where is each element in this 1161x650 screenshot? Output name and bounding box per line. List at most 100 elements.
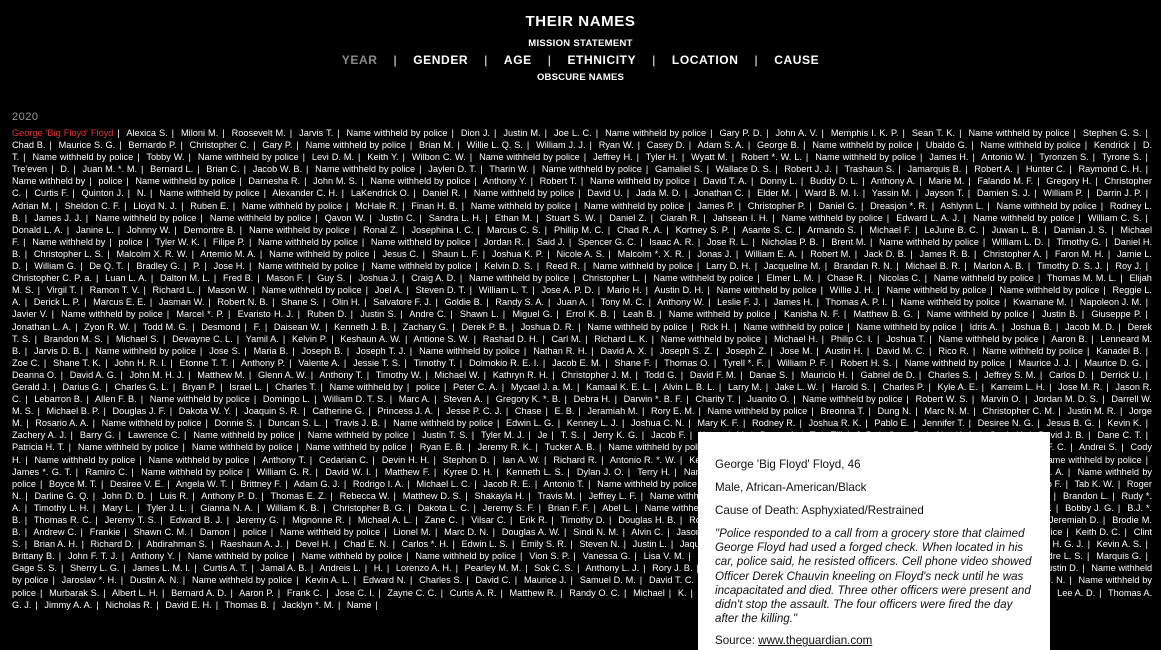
name-link[interactable]: Kathryn R. H. xyxy=(493,370,548,380)
name-link[interactable]: Name withheld by police xyxy=(856,322,956,332)
name-link[interactable]: Lisa V. M. xyxy=(644,551,685,561)
name-link[interactable]: Joshua C. N. xyxy=(631,418,684,428)
name-link[interactable]: Dalton M. L. xyxy=(160,273,210,283)
name-link[interactable]: Kamaal K. E. L. xyxy=(586,382,650,392)
name-link[interactable]: Kenneth L. S. xyxy=(506,467,563,477)
name-link[interactable]: James *. G. T. xyxy=(12,467,72,477)
name-link[interactable]: Daniel R. xyxy=(423,188,461,198)
name-link[interactable]: Name withheld by police xyxy=(280,527,380,537)
name-link[interactable]: Name withheld by police xyxy=(669,309,771,319)
name-link[interactable]: Zane C. xyxy=(425,515,458,525)
name-link[interactable]: Juan A. xyxy=(557,297,588,307)
name-link[interactable]: Peter C. A. xyxy=(453,382,498,392)
name-link[interactable]: Anthony Y. xyxy=(483,176,527,186)
name-link[interactable]: Willie J. H. xyxy=(830,285,874,295)
name-link[interactable]: F. xyxy=(254,322,261,332)
name-link[interactable]: David U. xyxy=(587,188,622,198)
name-link[interactable]: Chad R. A. xyxy=(617,225,662,235)
name-link[interactable]: Faron M. H. xyxy=(1055,249,1104,259)
name-link[interactable]: Name withheld by police xyxy=(474,188,574,198)
name-link[interactable]: Timothy D. S. J. xyxy=(1037,261,1102,271)
name-link[interactable]: Marquis G. xyxy=(1096,551,1141,561)
name-link[interactable]: Jesus C. xyxy=(383,249,419,259)
name-link[interactable]: Name withheld by police xyxy=(302,551,403,561)
name-link[interactable]: Malcolm *. X. R. xyxy=(618,249,685,259)
name-link[interactable]: Jacqueline M. xyxy=(764,261,821,271)
name-link[interactable]: Charles S. xyxy=(928,370,971,380)
name-link[interactable]: Name withheld by police xyxy=(812,140,912,150)
name-link[interactable]: Luan L. A. xyxy=(105,273,147,283)
name-link[interactable]: Zyon R. W. xyxy=(84,322,130,332)
name-link[interactable]: Randy S. A. xyxy=(495,297,544,307)
name-link[interactable]: De Q. T. xyxy=(89,261,123,271)
name-link[interactable]: Maurice J. J. xyxy=(1018,358,1071,368)
name-link[interactable]: Justin M. xyxy=(503,128,540,138)
name-link[interactable]: Goldie B. xyxy=(444,297,482,307)
name-link[interactable]: Edward N. xyxy=(363,575,406,585)
name-link[interactable]: Juanito O. xyxy=(747,394,789,404)
name-link[interactable]: Michael B. R. xyxy=(905,261,960,271)
name-link[interactable]: Jordan R. xyxy=(484,237,524,247)
name-link[interactable]: Gregory H. xyxy=(1046,176,1091,186)
name-link[interactable]: Charles T. xyxy=(275,382,316,392)
name-link[interactable]: Name withheld by police xyxy=(210,213,311,223)
name-link[interactable]: Christopher L. xyxy=(582,273,640,283)
name-link[interactable]: Andrew C. xyxy=(33,527,76,537)
name-link[interactable]: Christopher L. S. xyxy=(34,249,103,259)
name-link[interactable]: Artemio M. A. xyxy=(200,249,256,259)
name-link[interactable]: Jeremy S. F. xyxy=(483,503,535,513)
name-link[interactable]: Miguel G. xyxy=(512,309,552,319)
name-link[interactable]: Name withheld by police xyxy=(78,442,179,452)
name-link[interactable]: David F. M. xyxy=(690,370,736,380)
name-link[interactable]: Cedarian C. xyxy=(319,455,368,465)
name-link[interactable]: Thomas R. C. xyxy=(34,515,91,525)
name-link[interactable]: Carlos D. xyxy=(1049,370,1087,380)
name-link[interactable]: Ward B. M. I. xyxy=(805,188,859,198)
name-link[interactable]: Donny L. xyxy=(760,176,797,186)
name-link[interactable]: Jeffrey H. xyxy=(593,152,633,162)
name-link[interactable]: Lee A. D. xyxy=(1057,588,1095,598)
name-link[interactable]: Thomas O. xyxy=(664,358,710,368)
name-link[interactable]: Jeffrey L. F. xyxy=(589,491,637,501)
name-link[interactable]: Nathan R. H. xyxy=(533,346,587,356)
name-link[interactable]: Jake L. W. xyxy=(775,382,818,392)
name-link[interactable]: Robert J. J. xyxy=(784,164,831,174)
name-link[interactable]: Shane F. xyxy=(614,358,651,368)
name-link[interactable]: Austin H. xyxy=(825,346,863,356)
name-link[interactable]: Johnny W. xyxy=(127,225,170,235)
name-link[interactable]: Juan M. *. M. xyxy=(83,164,138,174)
name-link[interactable]: Name withheld by police xyxy=(815,152,916,162)
name-link[interactable]: Fred B. xyxy=(223,273,253,283)
name-link[interactable]: Kelvin P. xyxy=(292,334,327,344)
name-link[interactable]: Allen F. B. xyxy=(95,394,137,404)
name-link[interactable]: Steven N. xyxy=(579,539,619,549)
name-link[interactable]: Bobby J. G. xyxy=(1065,503,1114,513)
name-link[interactable]: Marie M. xyxy=(928,176,964,186)
name-link[interactable]: Name withheld by police xyxy=(479,152,580,162)
name-link[interactable]: Name withheld by police xyxy=(102,418,202,428)
name-link[interactable]: Name withheld by police xyxy=(886,285,986,295)
nav-ethnicity[interactable]: ETHNICITY xyxy=(551,53,652,67)
name-link[interactable]: Derek P. B. xyxy=(461,322,507,332)
name-link[interactable]: Wilbon C. W. xyxy=(412,152,466,162)
name-link[interactable]: Joseph T. J. xyxy=(356,346,406,356)
name-link[interactable]: Antione S. W. xyxy=(414,334,470,344)
name-link[interactable]: Justin S. xyxy=(360,309,396,319)
name-link[interactable]: Malcolm X. R. W. xyxy=(116,249,187,259)
name-link[interactable]: Jennifer T. xyxy=(922,418,964,428)
name-link[interactable]: Jeremy T. S. xyxy=(105,515,157,525)
name-link[interactable]: Todd M. G. xyxy=(143,322,188,332)
name-link[interactable]: Edwin L. G. xyxy=(506,418,554,428)
name-link[interactable]: Chase R. xyxy=(827,273,865,283)
name-link[interactable]: Anthony Y. xyxy=(131,551,175,561)
name-link[interactable]: Shane S. xyxy=(281,297,319,307)
name-link[interactable]: Stuart S. W. xyxy=(546,213,596,223)
name-link[interactable]: Richard L. xyxy=(153,285,195,295)
name-link[interactable]: Abel L. xyxy=(602,503,631,513)
name-link[interactable]: Douglas A. W. xyxy=(502,527,560,537)
name-link[interactable]: Timothy W. xyxy=(376,370,422,380)
nav-cause[interactable]: CAUSE xyxy=(758,53,835,67)
name-link[interactable]: Larry M. xyxy=(728,382,762,392)
name-link[interactable]: Jessie T. S. xyxy=(353,358,400,368)
name-link[interactable]: Dewayne C. L. xyxy=(172,334,233,344)
